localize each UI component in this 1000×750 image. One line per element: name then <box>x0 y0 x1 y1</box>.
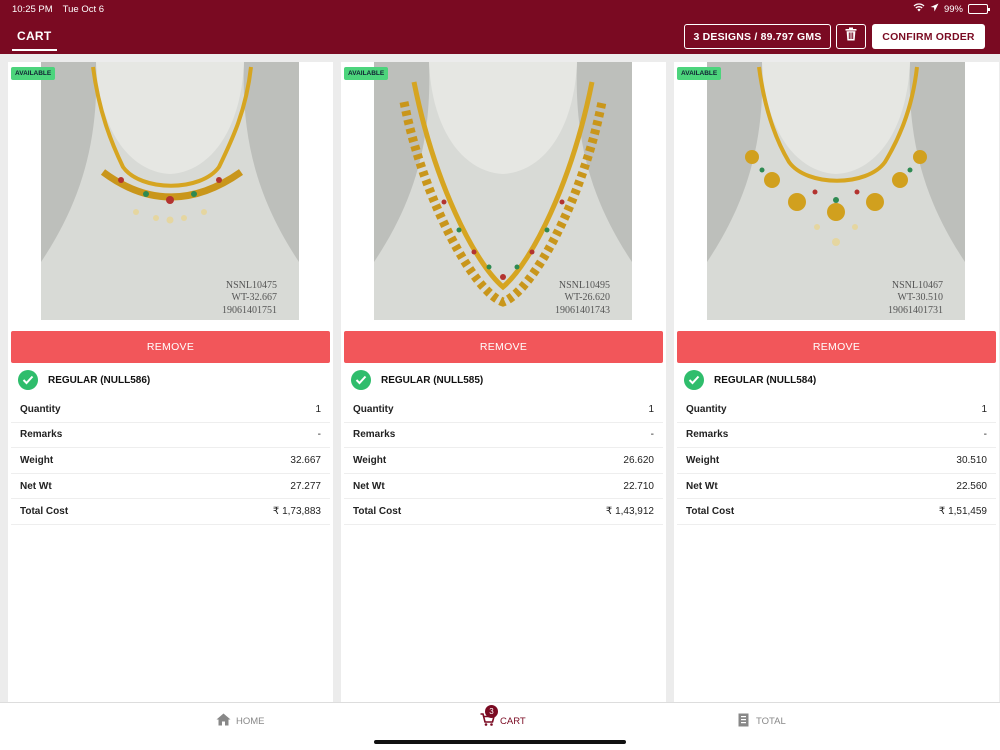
table-row: Quantity 1 <box>344 397 663 423</box>
tab-home-label: HOME <box>236 715 265 727</box>
table-row: Total Cost ₹ 1,43,912 <box>344 499 663 525</box>
tab-cart-label: CART <box>17 29 52 43</box>
table-row: Weight 26.620 <box>344 448 663 474</box>
product-image: NSNL10467 WT-30.510 19061401731 <box>707 62 965 320</box>
table-row: Weight 32.667 <box>11 448 330 474</box>
battery-percent: 99% <box>943 3 963 15</box>
remove-button[interactable]: REMOVE <box>677 331 996 363</box>
tab-total[interactable]: TOTAL <box>738 713 786 730</box>
details-table: Quantity 1 Remarks - Weight 32.667 Net Wt 27… <box>11 397 330 525</box>
location-icon <box>930 3 939 15</box>
product-code-caption: NSNL10475 WT-32.667 19061401751 <box>222 279 277 316</box>
table-row: Net Wt 27.277 <box>11 474 330 500</box>
table-row: Total Cost ₹ 1,51,459 <box>677 499 996 525</box>
cart-icon: 3 <box>480 705 498 729</box>
tab-underline <box>12 49 57 51</box>
cart-item-card: NSNL10475 WT-32.667 19061401751 AVAILABL… <box>8 62 333 702</box>
product-code-caption: NSNL10467 WT-30.510 19061401731 <box>888 279 943 316</box>
details-table: Quantity 1 Remarks - Weight 30.510 Net Wt 22… <box>677 397 996 525</box>
check-icon <box>18 370 38 390</box>
table-row: Net Wt 22.560 <box>677 474 996 500</box>
table-row: Total Cost ₹ 1,73,883 <box>11 499 330 525</box>
cart-item-card: NSNL10467 WT-30.510 19061401731 AVAILABL… <box>674 62 999 702</box>
table-row: Quantity 1 <box>11 397 330 423</box>
product-image: NSNL10475 WT-32.667 19061401751 <box>41 62 299 320</box>
table-row: Remarks - <box>11 423 330 449</box>
tab-total-label: TOTAL <box>756 716 786 727</box>
details-table: Quantity 1 Remarks - Weight 26.620 Net Wt 22… <box>344 397 663 525</box>
product-image: NSNL10495 WT-26.620 19061401743 <box>374 62 632 320</box>
tab-cart-bottom[interactable]: 3 CART <box>480 705 526 729</box>
table-row: Remarks - <box>344 423 663 449</box>
table-row: Weight 30.510 <box>677 448 996 474</box>
cart-summary-button[interactable]: 3 DESIGNS / 89.797 GMS <box>684 24 831 49</box>
nav-bar: CART 3 DESIGNS / 89.797 GMS CONFIRM ORDE… <box>0 18 1000 54</box>
status-time: 10:25 PM <box>12 3 53 15</box>
variant-selector[interactable]: REGULAR (NULL584) <box>684 370 816 390</box>
tab-cart[interactable]: CART <box>12 18 57 54</box>
receipt-icon <box>738 713 751 730</box>
remove-button[interactable]: REMOVE <box>11 331 330 363</box>
check-icon <box>684 370 704 390</box>
tab-cart-bottom-label: CART <box>500 715 526 727</box>
home-indicator <box>374 740 626 744</box>
table-row: Quantity 1 <box>677 397 996 423</box>
confirm-order-button[interactable]: CONFIRM ORDER <box>872 24 985 49</box>
battery-icon <box>968 4 990 14</box>
remove-button[interactable]: REMOVE <box>344 331 663 363</box>
trash-icon <box>845 27 857 46</box>
home-icon <box>216 713 231 729</box>
variant-label: REGULAR (NULL585) <box>381 374 484 386</box>
table-row: Net Wt 22.710 <box>344 474 663 500</box>
delete-all-button[interactable] <box>836 24 866 49</box>
check-icon <box>351 370 371 390</box>
product-code-caption: NSNL10495 WT-26.620 19061401743 <box>555 279 610 316</box>
variant-selector[interactable]: REGULAR (NULL586) <box>18 370 150 390</box>
available-badge: AVAILABLE <box>11 67 56 80</box>
status-bar: 10:25 PM Tue Oct 6 99% <box>0 0 1000 18</box>
table-row: Remarks - <box>677 423 996 449</box>
variant-selector[interactable]: REGULAR (NULL585) <box>351 370 483 390</box>
variant-label: REGULAR (NULL586) <box>48 374 151 386</box>
available-badge: AVAILABLE <box>344 67 389 80</box>
variant-label: REGULAR (NULL584) <box>714 374 817 386</box>
cart-item-card: NSNL10495 WT-26.620 19061401743 AVAILABL… <box>341 62 666 702</box>
tab-home[interactable]: HOME <box>216 713 265 729</box>
available-badge: AVAILABLE <box>677 67 722 80</box>
status-date: Tue Oct 6 <box>62 3 105 15</box>
wifi-icon <box>913 3 925 15</box>
cart-count-badge: 3 <box>485 705 498 718</box>
